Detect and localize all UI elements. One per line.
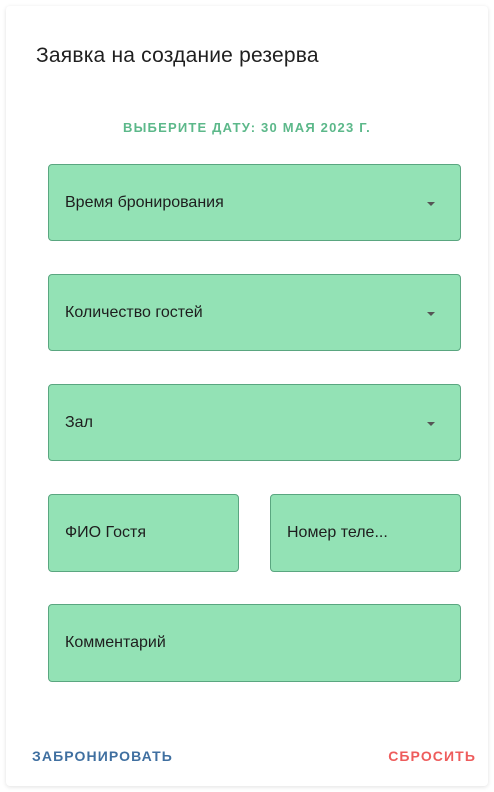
chevron-down-icon bbox=[427, 311, 435, 316]
phone-number-placeholder: Номер теле... bbox=[287, 524, 388, 541]
hall-label: Зал bbox=[65, 413, 93, 431]
guest-name-field[interactable]: ФИО Гостя bbox=[48, 494, 239, 572]
chevron-down-icon bbox=[427, 421, 435, 426]
reservation-form-card: Заявка на создание резерва ВЫБЕРИТЕ ДАТУ… bbox=[6, 6, 488, 786]
select-date-button[interactable]: ВЫБЕРИТЕ ДАТУ: 30 МАЯ 2023 Г. bbox=[6, 120, 488, 135]
guest-count-label: Количество гостей bbox=[65, 303, 203, 321]
hall-select[interactable]: Зал bbox=[48, 384, 461, 461]
guest-count-select[interactable]: Количество гостей bbox=[48, 274, 461, 351]
chevron-down-icon bbox=[427, 201, 435, 206]
guest-name-placeholder: ФИО Гостя bbox=[65, 524, 147, 541]
booking-time-label: Время бронирования bbox=[65, 193, 224, 211]
book-button[interactable]: ЗАБРОНИРОВАТЬ bbox=[32, 748, 173, 764]
phone-number-field[interactable]: Номер теле... bbox=[270, 494, 461, 572]
comment-placeholder: Комментарий bbox=[65, 634, 166, 651]
comment-field[interactable]: Комментарий bbox=[48, 604, 461, 682]
booking-time-select[interactable]: Время бронирования bbox=[48, 164, 461, 241]
reset-button[interactable]: СБРОСИТЬ bbox=[388, 748, 476, 764]
form-title: Заявка на создание резерва bbox=[36, 44, 319, 67]
